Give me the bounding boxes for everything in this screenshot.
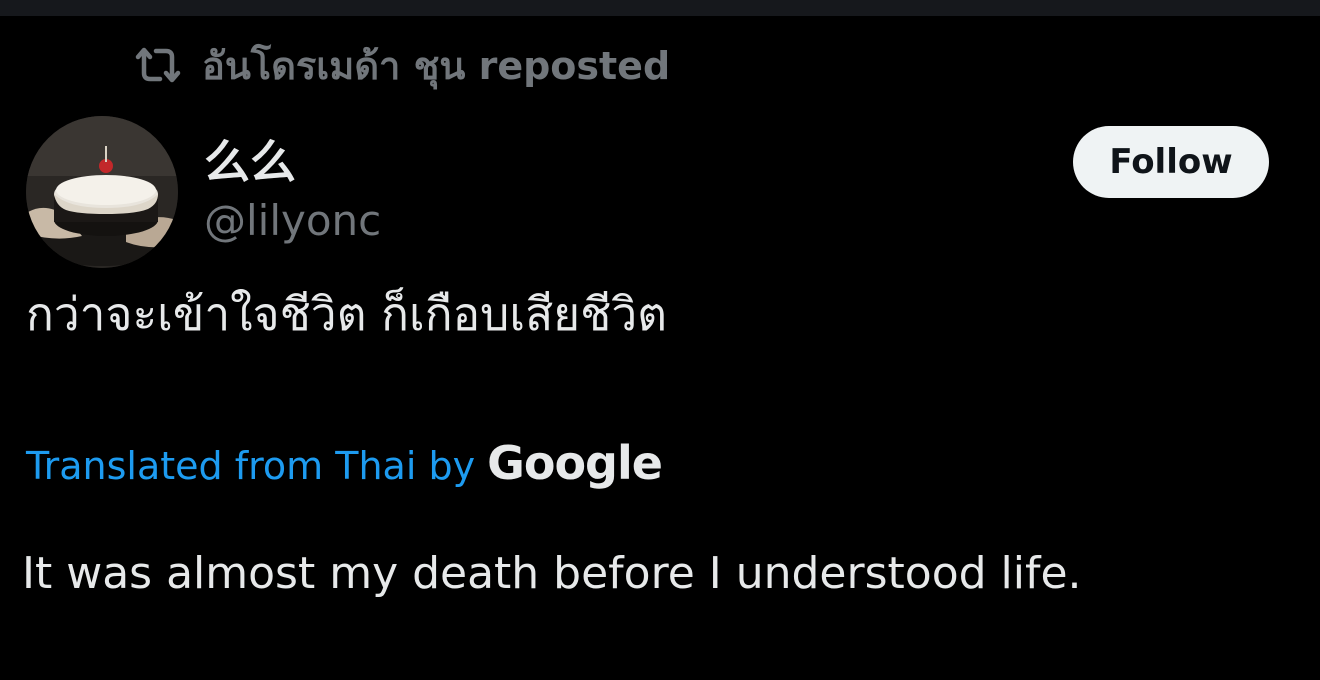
avatar-cake-photo-icon — [26, 116, 178, 268]
translated-from-link[interactable]: Translated from Thai by — [26, 444, 475, 488]
avatar[interactable] — [26, 116, 178, 268]
tweet-text: กว่าจะเข้าใจชีวิต ก็เกือบเสียชีวิต — [26, 287, 668, 341]
translated-tweet-text: It was almost my death before I understo… — [22, 548, 1082, 599]
display-name[interactable]: 么么 — [204, 126, 296, 192]
translation-attribution: Translated from Thai by Google — [26, 436, 663, 490]
top-edge-bar — [0, 0, 1320, 16]
user-handle[interactable]: @lilyonc — [204, 196, 381, 245]
follow-button[interactable]: Follow — [1073, 126, 1269, 198]
repost-icon — [135, 47, 181, 83]
repost-context[interactable]: อันโดรเมด้า ชุน reposted — [132, 40, 670, 90]
repost-label[interactable]: อันโดรเมด้า ชุน reposted — [202, 35, 670, 96]
google-logo: Google — [487, 436, 663, 490]
